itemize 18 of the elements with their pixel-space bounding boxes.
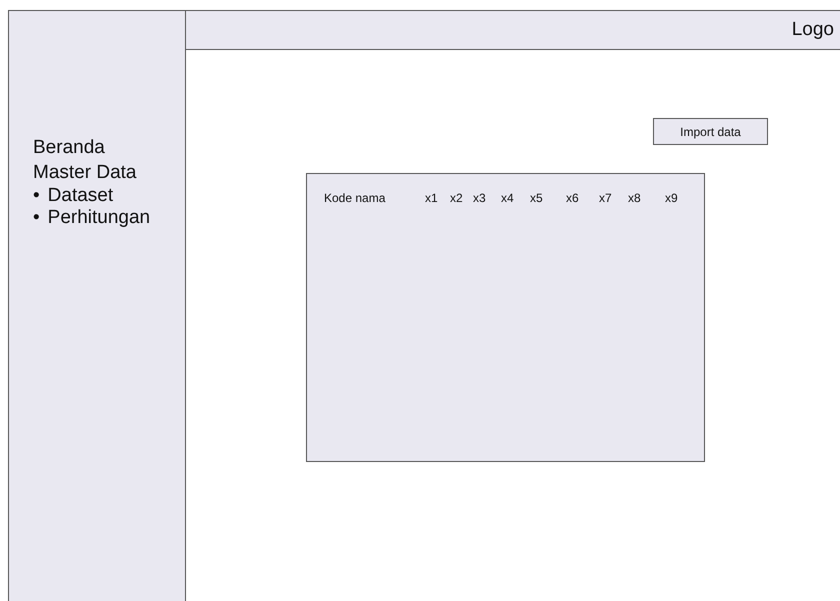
column-header: x4 (501, 190, 514, 207)
column-header: x7 (599, 190, 612, 207)
column-header: x5 (530, 190, 543, 207)
nav-link[interactable]: Beranda (33, 135, 105, 160)
column-header: x3 (473, 190, 486, 207)
column-header: x6 (566, 190, 579, 207)
nav-link[interactable]: Dataset (48, 185, 114, 207)
column-header: x8 (628, 190, 641, 207)
logo: Logo (792, 18, 834, 42)
bullet: • (33, 185, 40, 207)
nav-link[interactable]: Perhitungan (48, 207, 150, 229)
column-header: Kode nama (324, 190, 386, 207)
import-button[interactable]: Import data (653, 118, 768, 145)
bullet: • (33, 207, 40, 229)
column-header: x1 (425, 190, 438, 207)
nav-link[interactable]: Master Data (33, 160, 136, 185)
column-header: x9 (665, 190, 678, 207)
column-header: x2 (450, 190, 463, 207)
